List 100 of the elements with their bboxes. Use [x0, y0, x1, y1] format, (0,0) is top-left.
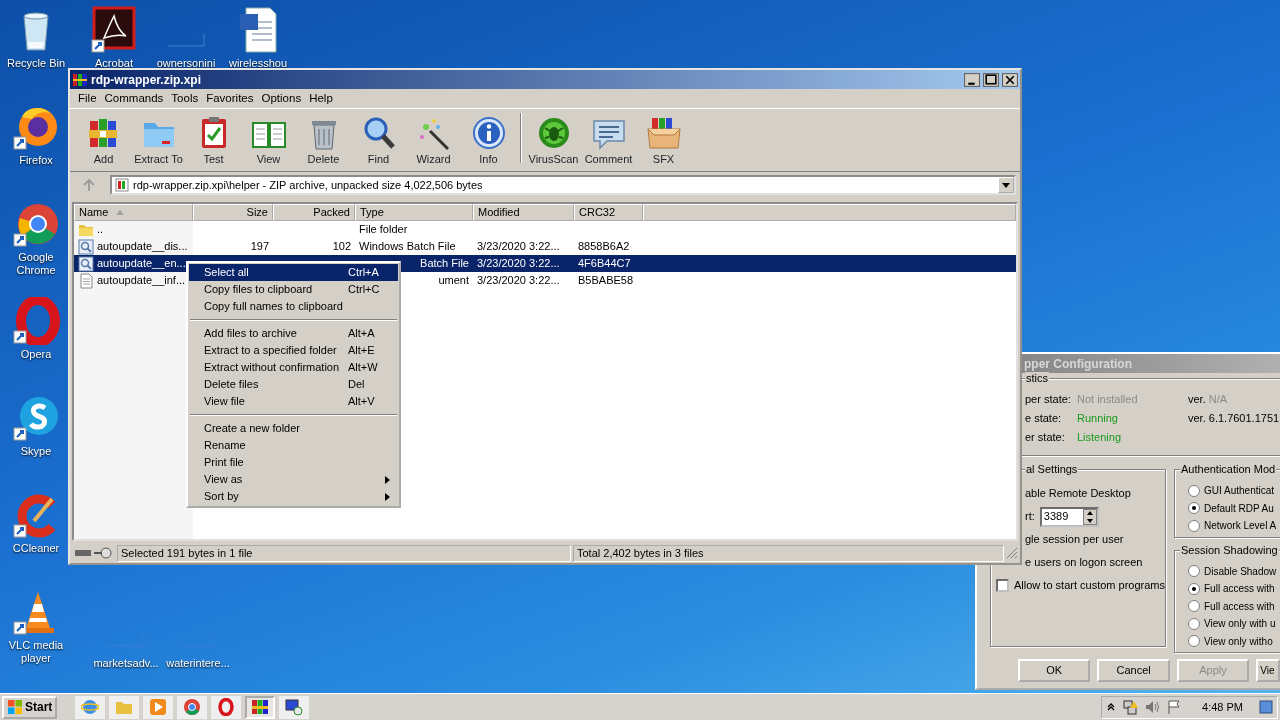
icon-label[interactable]: ownersonini: [156, 57, 216, 70]
radio-button[interactable]: [1188, 635, 1200, 648]
radio-button[interactable]: [1188, 600, 1200, 613]
option-label: able Remote Desktop: [1025, 486, 1132, 502]
table-cell: Windows Batch File: [359, 240, 456, 253]
maximize-button[interactable]: [983, 72, 999, 87]
column-header[interactable]: CRC32: [574, 204, 643, 221]
field-label: rt:: [1025, 509, 1035, 525]
radio-button[interactable]: [1188, 502, 1200, 515]
toolbar-button[interactable]: Find: [351, 114, 406, 167]
menu-item[interactable]: View as: [189, 471, 398, 488]
table-cell: 3/23/2020 3:22...: [477, 274, 560, 287]
address-field[interactable]: rdp-wrapper.zip.xpi\helper - ZIP archive, unpacked size 4,022,506 bytes: [110, 175, 1016, 195]
volume-icon[interactable]: [1144, 699, 1161, 715]
taskbar-button[interactable]: [211, 695, 242, 719]
dialog-button[interactable]: Cancel: [1097, 659, 1170, 682]
table-cell: Batch File: [420, 257, 469, 270]
taskbar-button[interactable]: [245, 695, 276, 719]
dialog-button[interactable]: OK: [1018, 659, 1091, 682]
menu-item[interactable]: Select all Ctrl+A: [189, 264, 398, 281]
icon-label[interactable]: Acrobat: [95, 57, 133, 70]
window-title: rdp-wrapper.zip.xpi: [91, 71, 202, 89]
icon-label[interactable]: Firefox: [19, 154, 53, 167]
dialog-button[interactable]: Vie: [1256, 659, 1280, 682]
icon-label[interactable]: waterintere...: [166, 657, 230, 670]
toolbar-button[interactable]: Comment: [581, 114, 636, 167]
status-value: Listening: [1077, 431, 1123, 444]
icon-label[interactable]: CCleaner: [12, 542, 60, 555]
menu-item[interactable]: Print file: [189, 454, 398, 471]
menu-item[interactable]: Extract to a specified folder Alt+E: [189, 342, 398, 359]
icon-label[interactable]: Google Chrome: [0, 251, 72, 277]
chat-bubble-icon[interactable]: [12, 394, 60, 442]
menu-item[interactable]: Add files to archive Alt+A: [189, 325, 398, 342]
taskbar-button[interactable]: [279, 695, 310, 719]
radio-button[interactable]: [1188, 565, 1200, 578]
table-cell: 4F6B44C7: [578, 257, 631, 270]
menu-item[interactable]: Copy files to clipboard Ctrl+C: [189, 281, 398, 298]
menu-item[interactable]: Options: [257, 89, 306, 108]
column-header[interactable]: Packed: [273, 204, 355, 221]
column-header[interactable]: Size: [193, 204, 273, 221]
menu-item[interactable]: Copy full names to clipboard: [189, 298, 398, 315]
window-title: pper Configuration: [1024, 355, 1132, 373]
menu-item[interactable]: Delete files Del: [189, 376, 398, 393]
clock[interactable]: 4:48 PM: [1188, 698, 1253, 716]
radio-button[interactable]: [1188, 519, 1200, 532]
menu-item[interactable]: Create a new folder: [189, 420, 398, 437]
icon-label[interactable]: Skype: [20, 445, 52, 458]
menu-item[interactable]: Commands: [100, 89, 168, 108]
status-value: Not installed: [1077, 393, 1139, 406]
menu-item[interactable]: Help: [305, 89, 337, 108]
menu-item[interactable]: Sort by: [189, 488, 398, 505]
status-value: Running: [1077, 412, 1119, 425]
file-row[interactable]: .. File folder: [74, 221, 1016, 238]
ring-icon[interactable]: [12, 297, 60, 345]
menu-item[interactable]: Favorites: [202, 89, 258, 108]
toolbar-button[interactable]: VirusScan: [526, 114, 581, 167]
show-desktop-icon[interactable]: [1259, 698, 1273, 716]
menu-item[interactable]: Rename: [189, 437, 398, 454]
toolbar-button[interactable]: Test: [186, 114, 241, 167]
option-label: Allow to start custom programs: [1014, 578, 1165, 594]
table-cell: File folder: [359, 223, 408, 236]
menu-item[interactable]: View file Alt+V: [189, 393, 398, 410]
menu-item[interactable]: File: [74, 89, 101, 108]
icon-label[interactable]: VLC media player: [0, 639, 72, 665]
toolbar-button[interactable]: Add: [76, 114, 131, 167]
resize-grip-icon: [1006, 547, 1018, 559]
drive-icon: [75, 549, 91, 557]
icon-label[interactable]: marketsadv...: [93, 657, 159, 670]
toolbar-button[interactable]: Wizard: [406, 114, 461, 167]
toolbar-button[interactable]: SFX: [636, 114, 691, 167]
gear-file-icon: [78, 238, 94, 255]
group-label: al Settings: [1025, 463, 1079, 476]
option-label: gle session per user: [1025, 532, 1125, 548]
radio-button[interactable]: [1188, 484, 1200, 497]
option-label: e users on logon screen: [1025, 555, 1144, 571]
minimize-button[interactable]: [964, 72, 980, 87]
column-header[interactable]: Modified: [473, 204, 574, 221]
icon-label[interactable]: Recycle Bin: [6, 57, 66, 70]
icon-label[interactable]: wirelesshou: [228, 57, 288, 70]
toolbar-button[interactable]: View: [241, 114, 296, 167]
column-header[interactable]: Name: [74, 204, 193, 221]
radio-button[interactable]: [1188, 617, 1200, 630]
column-header[interactable]: Type: [355, 204, 473, 221]
close-button[interactable]: [1002, 72, 1018, 87]
port-field[interactable]: 3389: [1039, 506, 1099, 527]
toolbar-button[interactable]: Info: [461, 114, 516, 167]
network-icon[interactable]: [1122, 699, 1139, 715]
spinner-icon[interactable]: [1082, 508, 1097, 525]
toolbar-button[interactable]: Extract To: [131, 114, 186, 167]
checkbox[interactable]: [996, 579, 1009, 592]
toolbar-button[interactable]: Delete: [296, 114, 351, 167]
menu-item[interactable]: Tools: [167, 89, 203, 108]
icon-label[interactable]: Opera: [20, 348, 52, 361]
globe-icon: [81, 698, 100, 716]
start-button[interactable]: Start: [2, 695, 58, 719]
radio-button[interactable]: [1188, 582, 1200, 595]
file-row[interactable]: autoupdate__dis... 197 102 Windows Batch File 3/23/2020 3:22... 8858B6A2: [74, 238, 1016, 255]
flag-icon[interactable]: [1166, 699, 1183, 715]
document-icon[interactable]: [90, 6, 138, 54]
menu-item[interactable]: Extract without confirmation Alt+W: [189, 359, 398, 376]
